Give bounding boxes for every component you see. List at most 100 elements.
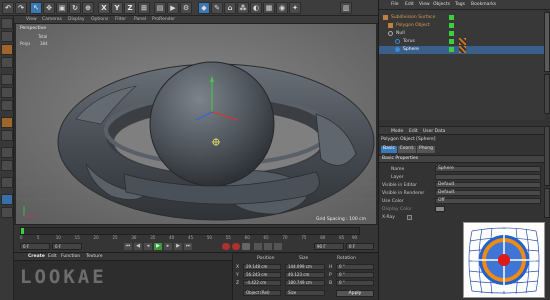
current-frame-field[interactable]: 0 F	[52, 243, 82, 250]
object-row-sphere[interactable]: Sphere	[379, 46, 545, 54]
size-x-field[interactable]: 144.099 cm	[285, 264, 325, 270]
rotation-p-field[interactable]: 0 °	[336, 272, 374, 278]
layout-icon[interactable]: ▥	[340, 2, 352, 14]
rotation-h-field[interactable]: 0 °	[336, 264, 374, 270]
function-menu[interactable]: Function	[61, 254, 80, 259]
apply-button[interactable]: Apply	[336, 290, 374, 297]
visible-in-editor-select[interactable]: Default	[435, 182, 541, 188]
prev-frame-icon[interactable]: ◂	[144, 243, 152, 250]
model-mode-icon[interactable]	[1, 31, 13, 42]
workplane-icon[interactable]	[1, 57, 13, 68]
deformer-icon[interactable]: ◐	[250, 2, 262, 14]
cameras-menu[interactable]: Cameras	[42, 17, 62, 22]
side-tab-layers[interactable]	[544, 188, 550, 218]
file-menu[interactable]: File	[391, 2, 399, 7]
pen-spline-icon[interactable]: ✎	[211, 2, 223, 14]
3d-viewport[interactable]: Perspective Total Polys 384 Grid Spacing…	[16, 24, 376, 224]
next-frame-icon[interactable]: ▸	[164, 243, 172, 250]
visible-in-renderer-select[interactable]: Default	[435, 190, 541, 196]
tab-basic[interactable]: Basic	[381, 146, 397, 153]
options-menu[interactable]: Options	[91, 17, 108, 22]
sculpt-icon[interactable]	[1, 194, 13, 205]
start-frame-field[interactable]: 0 F	[20, 243, 50, 250]
timeline-ruler[interactable]	[20, 227, 360, 235]
redo-icon[interactable]: ↷	[15, 2, 27, 14]
snap-icon[interactable]	[1, 147, 13, 158]
coordinate-system-icon[interactable]: ⊞	[138, 2, 150, 14]
live-selection-icon[interactable]: ↖	[30, 2, 42, 14]
position-z-field[interactable]: -4.422 cm	[243, 280, 281, 286]
move-tool-icon[interactable]: ✥	[43, 2, 55, 14]
side-tab-objects[interactable]	[544, 12, 550, 72]
view-menu-right[interactable]: View	[419, 2, 430, 7]
object-row-polygon[interactable]: Polygon Object	[379, 22, 545, 30]
side-tab-attributes[interactable]	[544, 126, 550, 186]
camera-icon[interactable]: ◉	[276, 2, 288, 14]
axis-mode-icon[interactable]	[1, 117, 13, 128]
visibility-check-icon[interactable]	[449, 47, 454, 52]
make-editable-icon[interactable]	[1, 18, 13, 29]
auto-key-icon[interactable]	[232, 243, 240, 250]
object-row-null[interactable]: Null	[379, 30, 545, 38]
name-field[interactable]: Sphere	[435, 166, 541, 172]
prev-key-icon[interactable]: ◀	[134, 243, 142, 250]
render-region-icon[interactable]: ▤	[154, 2, 166, 14]
create-menu[interactable]: Create	[28, 254, 45, 259]
go-to-start-icon[interactable]: ⏮	[124, 243, 132, 250]
record-key-icon[interactable]	[222, 243, 230, 250]
texture-mode-icon[interactable]	[1, 44, 13, 55]
size-z-field[interactable]: 180.749 cm	[285, 280, 325, 286]
recent-tool-icon[interactable]: ⊕	[82, 2, 94, 14]
panel-menu[interactable]: Panel	[134, 17, 146, 22]
points-mode-icon[interactable]	[1, 74, 13, 85]
lock-workplane-icon[interactable]	[1, 160, 13, 171]
next-key-icon[interactable]: ▶	[174, 243, 182, 250]
objects-menu[interactable]: Objects	[433, 2, 450, 7]
edit-menu[interactable]: Edit	[48, 254, 57, 259]
z-axis-button[interactable]: Z	[124, 2, 136, 14]
edit-menu-attr[interactable]: Edit	[409, 129, 418, 134]
rotate-tool-icon[interactable]: ↻	[69, 2, 81, 14]
rotation-key-icon[interactable]	[274, 243, 282, 250]
visibility-check-icon[interactable]	[449, 15, 454, 20]
planar-workplane-icon[interactable]	[1, 177, 13, 188]
size-mode-select[interactable]: Size	[285, 290, 325, 296]
display-color-swatch[interactable]	[435, 206, 445, 212]
timeline[interactable]: 0 5 10 15 20 25 30 35 40 45 50 55 60 65 70 75 80 85 90 0 F…	[14, 224, 378, 252]
render-settings-icon[interactable]: ⚙	[180, 2, 192, 14]
scale-key-icon[interactable]	[264, 243, 272, 250]
position-y-field[interactable]: 56.243 cm	[243, 272, 281, 278]
edges-mode-icon[interactable]	[1, 87, 13, 98]
tweak-mode-icon[interactable]	[1, 130, 13, 141]
y-axis-button[interactable]: Y	[111, 2, 123, 14]
subdivision-icon[interactable]: ⌂	[224, 2, 236, 14]
paint-icon[interactable]	[1, 207, 13, 218]
material-tag-icon[interactable]	[459, 38, 466, 45]
coordinate-mode-select[interactable]: Object (Rel)	[243, 290, 281, 296]
layer-field[interactable]	[435, 174, 541, 180]
visibility-check-icon[interactable]	[449, 31, 454, 36]
timeline-playhead[interactable]	[21, 228, 24, 234]
display-menu[interactable]: Display	[68, 17, 85, 22]
go-to-end-icon[interactable]: ⏭	[184, 243, 192, 250]
bookmarks-menu[interactable]: Bookmarks	[471, 2, 496, 7]
position-x-field[interactable]: 29.148 cm	[243, 264, 281, 270]
visibility-check-icon[interactable]	[449, 39, 454, 44]
polygons-mode-icon[interactable]	[1, 100, 13, 111]
user-data-menu[interactable]: User Data	[423, 129, 445, 134]
cube-primitive-icon[interactable]: ◆	[198, 2, 210, 14]
x-axis-button[interactable]: X	[98, 2, 110, 14]
undo-icon[interactable]: ↶	[2, 2, 14, 14]
preview-end-field[interactable]: 0 F	[346, 243, 374, 250]
material-tag-icon[interactable]	[459, 46, 466, 53]
array-icon[interactable]: ⁂	[237, 2, 249, 14]
use-color-select[interactable]: Off	[435, 198, 541, 204]
edit-menu-right[interactable]: Edit	[405, 2, 414, 7]
position-key-icon[interactable]	[254, 243, 262, 250]
keyframe-selection-icon[interactable]	[242, 243, 250, 250]
size-y-field[interactable]: 40.123 cm	[285, 272, 325, 278]
tags-menu[interactable]: Tags	[455, 2, 465, 7]
play-icon[interactable]: ▶	[154, 243, 162, 250]
object-row-torus[interactable]: Torus	[379, 38, 545, 46]
render-view-icon[interactable]: ▶	[167, 2, 179, 14]
